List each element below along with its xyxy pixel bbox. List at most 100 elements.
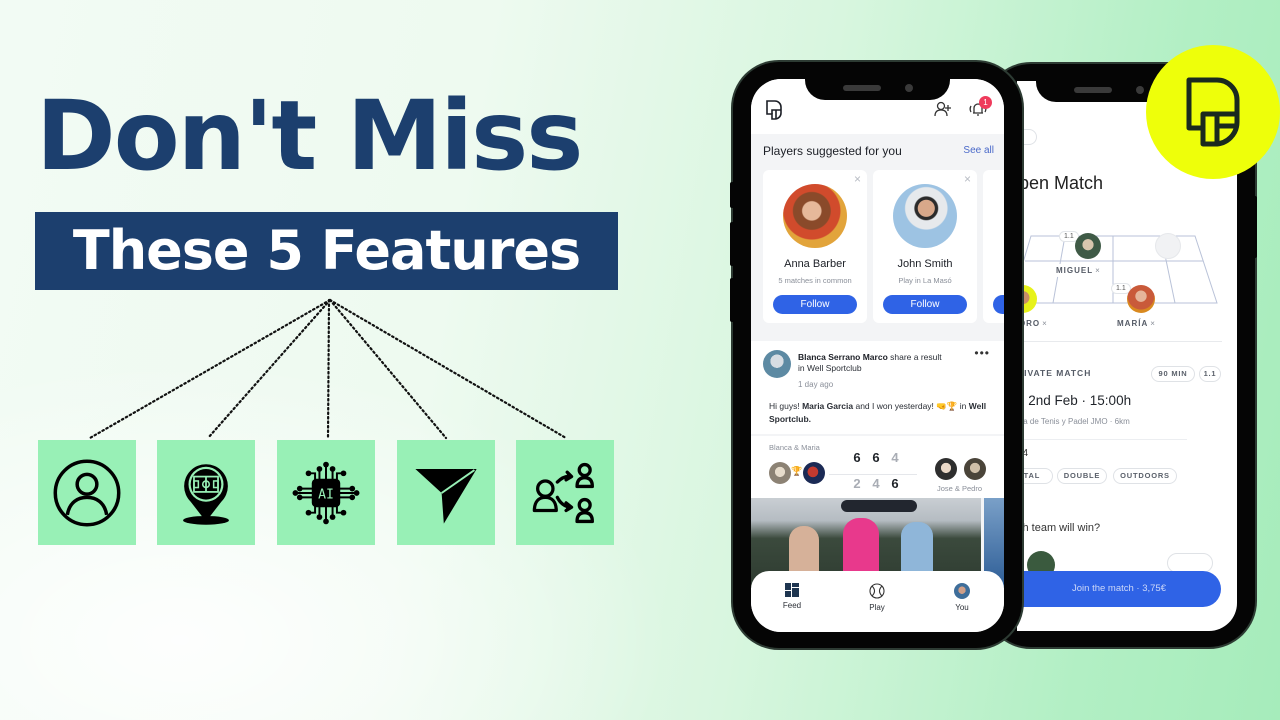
feature-tile-ai[interactable]: AI (277, 440, 375, 545)
connector-line (326, 298, 331, 440)
suggested-players-title: Players suggested for you (763, 144, 902, 158)
player-tag-pedro: EDRO× (1017, 317, 1052, 330)
phone-notch (805, 78, 950, 100)
score-set: 2 (853, 476, 861, 491)
level-pill: 1.1 (1199, 366, 1221, 382)
trophy-icon: 🏆 (791, 466, 803, 476)
dismiss-icon[interactable]: × (964, 172, 971, 186)
padel-court-diagram (1017, 235, 1218, 304)
post-meta: Blanca Serrano Marco share a result in W… (798, 352, 948, 374)
player-name: Anna Barber (784, 258, 846, 270)
player-card[interactable]: × Anna Barber 5 matches in common Follow (763, 170, 867, 323)
nav-item-you[interactable]: You (937, 583, 987, 612)
team-a-avatar (803, 462, 825, 484)
score-set: 6 (872, 450, 880, 465)
player-card[interactable]: × John Smith Play in La Masó Follow (873, 170, 977, 323)
team-a-label: Blanca & Maria (769, 443, 820, 452)
remove-player-icon[interactable]: × (1150, 319, 1156, 328)
follow-button[interactable]: Follow (883, 295, 967, 314)
see-all-link[interactable]: See all (963, 145, 994, 156)
remove-player-icon[interactable]: × (1095, 266, 1101, 275)
follow-button[interactable] (993, 295, 1004, 314)
tennis-ball-icon (869, 583, 885, 599)
post-author[interactable]: Blanca Serrano Marco (798, 352, 888, 362)
feature-tile-share[interactable] (397, 440, 495, 545)
post-author-avatar[interactable] (763, 350, 791, 378)
divider (1017, 439, 1187, 440)
dismiss-icon[interactable]: × (854, 172, 861, 186)
score-set: 4 (891, 450, 899, 465)
nav-label: You (955, 603, 969, 612)
tag-crystal: STAL (1017, 468, 1053, 484)
open-match-title: pen Match (1019, 173, 1104, 193)
tag-outdoors: OUTDOORS (1113, 468, 1177, 484)
user-circle-icon (53, 459, 121, 526)
prediction-question: ch team will win? (1017, 522, 1101, 534)
phone-side-button (1253, 196, 1257, 258)
score-set: 6 (853, 450, 861, 465)
team-b-avatar (935, 458, 957, 480)
feed-post: Blanca Serrano Marco share a result in W… (751, 341, 1004, 434)
brand-logo-icon (1186, 77, 1240, 147)
connector-line (328, 298, 568, 440)
connector-line (206, 298, 332, 440)
post-body: Hi guys! Maria Garcia and I won yesterda… (769, 401, 987, 424)
send-arrow-icon (415, 468, 477, 524)
player-name: John Smith (897, 258, 953, 270)
empty-slot-avatar[interactable] (1155, 233, 1181, 259)
score-divider (829, 474, 917, 475)
ai-chip-icon: AI (292, 461, 360, 524)
headline-subtitle: These 5 Features (35, 212, 618, 290)
player-subtitle: 5 matches in common (778, 276, 852, 285)
user-share-icon (532, 462, 594, 523)
duration-pill: 90 MIN (1151, 366, 1195, 382)
nav-label: Play (869, 603, 885, 612)
player-tag-miguel: MIGUEL × (1052, 264, 1105, 277)
score-set: 6 (891, 476, 899, 491)
divider (1017, 341, 1222, 342)
feature-tile-invite[interactable] (516, 440, 614, 545)
remove-player-icon[interactable]: × (1042, 319, 1048, 328)
tag-double: DOUBLE (1057, 468, 1107, 484)
headline-title: Don't Miss (36, 80, 583, 192)
nav-item-feed[interactable]: Feed (767, 583, 817, 610)
feed-grid-icon (785, 583, 799, 597)
player-avatar (783, 184, 847, 248)
feature-tile-court-location[interactable] (157, 440, 255, 545)
app-logo-icon[interactable] (765, 99, 783, 121)
player-avatar (893, 184, 957, 248)
connector-line (88, 298, 332, 440)
team-b-avatar (964, 458, 986, 480)
brand-logo-badge (1146, 45, 1280, 179)
score-set: 4 (872, 476, 880, 491)
match-type-label: RIVATE MATCH (1017, 368, 1092, 378)
follow-button[interactable]: Follow (773, 295, 857, 314)
player-subtitle: Play in La Masó (898, 276, 952, 285)
phone-side-button (730, 278, 734, 322)
match-venue: ela de Tenis y Padel JMO · 6km (1017, 417, 1130, 426)
feed-screen: 1 Players suggested for you See all × An… (751, 79, 1004, 632)
player-avatar-maria (1127, 285, 1155, 313)
nav-item-play[interactable]: Play (852, 583, 902, 612)
phone-side-button (730, 182, 734, 208)
phone-feed: 1 Players suggested for you See all × An… (730, 62, 1022, 648)
feature-tile-profile[interactable] (38, 440, 136, 545)
bottom-nav: Feed Play You (751, 571, 1004, 632)
court-location-icon (183, 463, 229, 525)
join-match-button[interactable]: Join the match · 3,75€ (1017, 571, 1221, 607)
notification-badge: 1 (979, 96, 992, 109)
ai-chip-label: AI (318, 487, 334, 502)
match-result: Blanca & Maria 🏆 6 6 4 2 4 6 Jose & Pedr… (751, 436, 1004, 498)
phone-side-button (730, 222, 734, 266)
player-avatar-miguel (1075, 233, 1101, 259)
profile-avatar-icon (954, 583, 970, 599)
team-b-label: Jose & Pedro (937, 484, 983, 493)
prediction-option[interactable] (1167, 553, 1213, 573)
match-date: d 2nd Feb · 15:00h (1017, 393, 1132, 408)
team-a-avatar (769, 462, 791, 484)
player-card-partial[interactable] (983, 170, 1004, 323)
post-menu-icon[interactable]: ••• (974, 346, 990, 360)
add-friend-icon[interactable] (934, 101, 952, 117)
post-mention[interactable]: Maria Garcia (802, 401, 853, 411)
post-time: 1 day ago (798, 380, 834, 389)
